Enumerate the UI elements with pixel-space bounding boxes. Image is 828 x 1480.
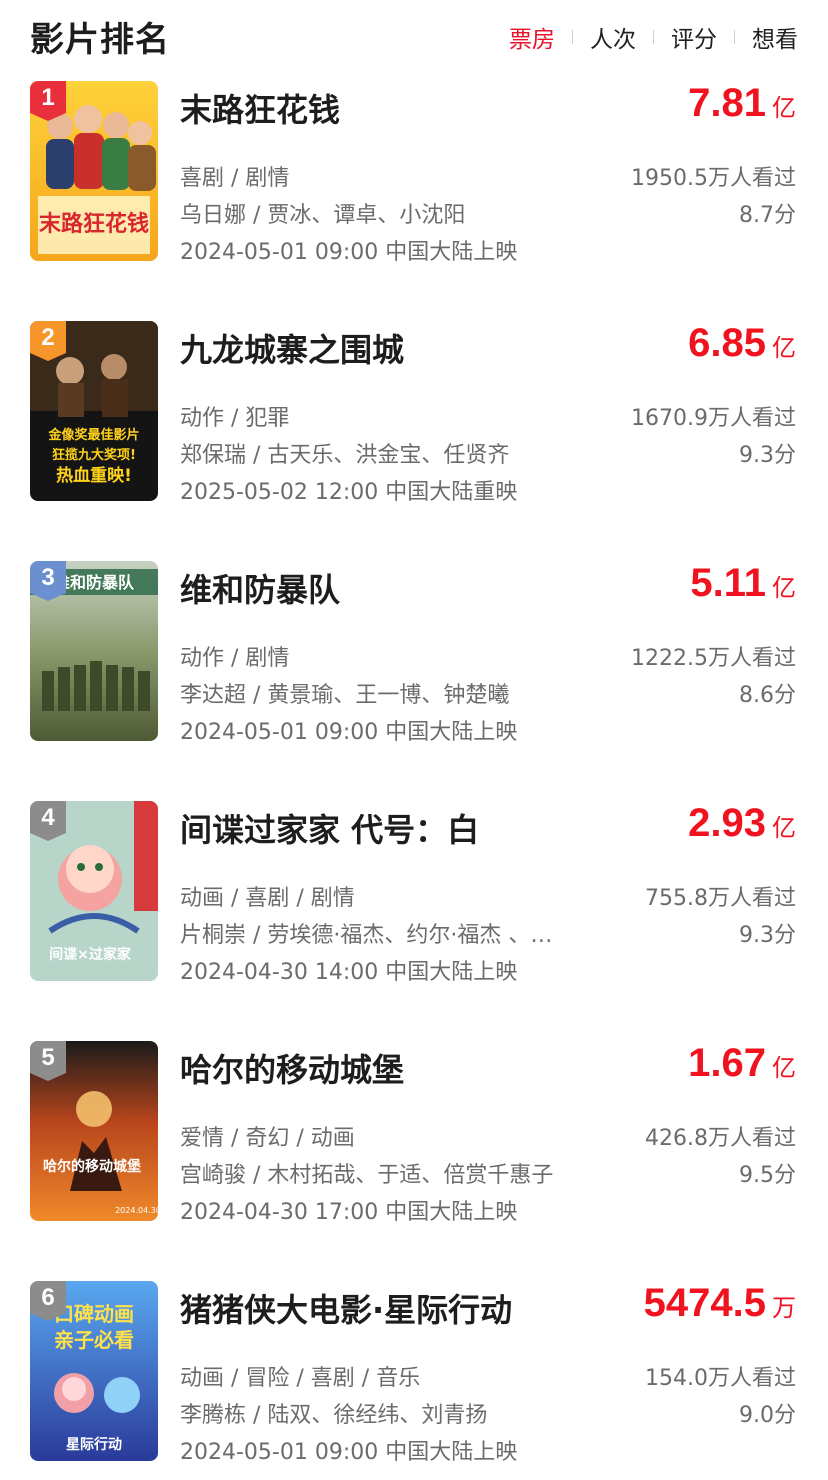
release-date: 2024-05-01 09:00 中国大陆上映 — [180, 1440, 518, 1465]
box-office-unit: 亿 — [772, 574, 796, 602]
viewer-count: 426.8万人看过 — [645, 1126, 796, 1151]
tab-divider — [572, 30, 573, 44]
rank-badge: 1 — [30, 81, 66, 121]
box-office-unit: 亿 — [772, 334, 796, 362]
viewer-count: 755.8万人看过 — [645, 886, 796, 911]
tab-divider — [734, 30, 735, 44]
poster-text: 2024.04.30 — [115, 1206, 158, 1215]
box-office: 6.85 亿 — [688, 321, 796, 371]
movie-cast: 片桐崇 / 劳埃德·福杰、约尔·福杰 、… — [180, 923, 553, 948]
poster-text: 哈尔的移动城堡 — [43, 1158, 141, 1175]
viewer-count: 1670.9万人看过 — [631, 406, 796, 431]
rank-badge: 3 — [30, 561, 66, 601]
movie-poster[interactable]: 金像奖最佳影片 狂揽九大奖项! 热血重映! 2 — [30, 321, 158, 501]
header: 影片排名 票房 人次 评分 想看 — [0, 0, 828, 72]
rank-number: 6 — [41, 1284, 55, 1311]
box-office: 7.81 亿 — [688, 81, 796, 131]
tab-box-office[interactable]: 票房 — [509, 20, 555, 54]
release-date: 2024-05-01 09:00 中国大陆上映 — [180, 720, 518, 745]
movie-genre: 动画 / 喜剧 / 剧情 — [180, 886, 355, 911]
movie-cast: 宫崎骏 / 木村拓哉、于适、倍赏千惠子 — [180, 1163, 554, 1188]
box-office-value: 1.67 — [688, 1041, 766, 1085]
box-office: 1.67 亿 — [688, 1041, 796, 1091]
rating-score: 9.5分 — [739, 1163, 796, 1188]
poster-text: 维和防暴队 — [54, 573, 135, 592]
movie-genre: 爱情 / 奇幻 / 动画 — [180, 1126, 355, 1151]
tab-rating[interactable]: 评分 — [671, 20, 717, 54]
rank-number: 3 — [41, 564, 55, 591]
box-office-value: 5.11 — [690, 561, 766, 605]
movie-item[interactable]: 哈尔的移动城堡 2024.04.30 5 哈尔的移动城堡 1.67 亿 爱情 /… — [0, 1041, 828, 1281]
movie-cast: 郑保瑞 / 古天乐、洪金宝、任贤齐 — [180, 443, 510, 468]
poster-text: 狂揽九大奖项! — [52, 447, 136, 463]
movie-poster[interactable]: 末路狂花钱 1 — [30, 81, 158, 261]
movie-item[interactable]: 间谍×过家家 4 间谍过家家 代号：白 2.93 亿 动画 / 喜剧 / 剧情 … — [0, 801, 828, 1041]
box-office: 2.93 亿 — [688, 801, 796, 851]
release-date: 2025-05-02 12:00 中国大陆重映 — [180, 480, 518, 505]
movie-item[interactable]: 维和防暴队 3 维和防暴队 5.11 亿 动作 / 剧情 李达超 / 黄景瑜、王… — [0, 561, 828, 801]
viewer-count: 1222.5万人看过 — [631, 646, 796, 671]
rank-number: 4 — [41, 804, 55, 831]
poster-text: 间谍×过家家 — [49, 946, 132, 963]
tab-divider — [653, 30, 654, 44]
tab-viewers[interactable]: 人次 — [590, 20, 636, 54]
rank-number: 1 — [41, 84, 55, 111]
poster-text: 口碑动画 — [54, 1302, 134, 1326]
rating-score: 9.3分 — [739, 923, 796, 948]
box-office-value: 6.85 — [688, 321, 766, 365]
rank-badge: 4 — [30, 801, 66, 841]
movie-genre: 喜剧 / 剧情 — [180, 166, 290, 191]
box-office-value: 2.93 — [688, 801, 766, 845]
movie-title[interactable]: 维和防暴队 — [180, 565, 340, 611]
poster-text: 金像奖最佳影片 — [47, 427, 139, 443]
sort-tabs: 票房 人次 评分 想看 — [509, 20, 798, 54]
rating-score: 9.3分 — [739, 443, 796, 468]
movie-title[interactable]: 末路狂花钱 — [180, 85, 340, 131]
box-office-value: 5474.5 — [643, 1281, 766, 1325]
movie-cast: 李达超 / 黄景瑜、王一博、钟楚曦 — [180, 683, 510, 708]
poster-text: 亲子必看 — [54, 1328, 134, 1352]
movie-item[interactable]: 口碑动画 亲子必看 星际行动 6 猪猪侠大电影·星际行动 5474.5 万 动画… — [0, 1281, 828, 1480]
release-date: 2024-04-30 14:00 中国大陆上映 — [180, 960, 518, 985]
movie-title[interactable]: 间谍过家家 代号：白 — [180, 805, 479, 851]
rating-score: 8.7分 — [739, 203, 796, 228]
viewer-count: 154.0万人看过 — [645, 1366, 796, 1391]
movie-cast: 乌日娜 / 贾冰、谭卓、小沈阳 — [180, 203, 466, 228]
movie-poster[interactable]: 维和防暴队 3 — [30, 561, 158, 741]
movie-genre: 动画 / 冒险 / 喜剧 / 音乐 — [180, 1366, 421, 1391]
box-office: 5474.5 万 — [644, 1281, 796, 1331]
rank-badge: 2 — [30, 321, 66, 361]
movie-poster[interactable]: 口碑动画 亲子必看 星际行动 6 — [30, 1281, 158, 1461]
poster-text: 星际行动 — [66, 1436, 122, 1453]
movie-item[interactable]: 末路狂花钱 1 末路狂花钱 7.81 亿 喜剧 / 剧情 乌日娜 / 贾冰、谭卓… — [0, 81, 828, 321]
movie-item[interactable]: 金像奖最佳影片 狂揽九大奖项! 热血重映! 2 九龙城寨之围城 6.85 亿 动… — [0, 321, 828, 561]
viewer-count: 1950.5万人看过 — [631, 166, 796, 191]
movie-cast: 李腾栋 / 陆双、徐经纬、刘青扬 — [180, 1403, 488, 1428]
rank-number: 2 — [41, 324, 55, 351]
page-title: 影片排名 — [30, 20, 170, 60]
rank-number: 5 — [41, 1044, 55, 1071]
movie-genre: 动作 / 犯罪 — [180, 406, 290, 431]
movie-poster[interactable]: 间谍×过家家 4 — [30, 801, 158, 981]
box-office-value: 7.81 — [688, 81, 766, 125]
box-office-unit: 亿 — [772, 814, 796, 842]
poster-text: 末路狂花钱 — [39, 211, 149, 237]
movie-title[interactable]: 九龙城寨之围城 — [180, 325, 404, 371]
rank-badge: 6 — [30, 1281, 66, 1321]
box-office: 5.11 亿 — [690, 561, 796, 611]
rating-score: 9.0分 — [739, 1403, 796, 1428]
box-office-unit: 亿 — [772, 1054, 796, 1082]
box-office-unit: 万 — [772, 1294, 796, 1322]
tab-want-to-watch[interactable]: 想看 — [752, 20, 798, 54]
release-date: 2024-04-30 17:00 中国大陆上映 — [180, 1200, 518, 1225]
rating-score: 8.6分 — [739, 683, 796, 708]
rank-badge: 5 — [30, 1041, 66, 1081]
movie-title[interactable]: 猪猪侠大电影·星际行动 — [180, 1285, 512, 1331]
movie-genre: 动作 / 剧情 — [180, 646, 290, 671]
box-office-unit: 亿 — [772, 94, 796, 122]
movie-title[interactable]: 哈尔的移动城堡 — [180, 1045, 404, 1091]
release-date: 2024-05-01 09:00 中国大陆上映 — [180, 240, 518, 265]
movie-poster[interactable]: 哈尔的移动城堡 2024.04.30 5 — [30, 1041, 158, 1221]
poster-text: 热血重映! — [56, 465, 132, 486]
